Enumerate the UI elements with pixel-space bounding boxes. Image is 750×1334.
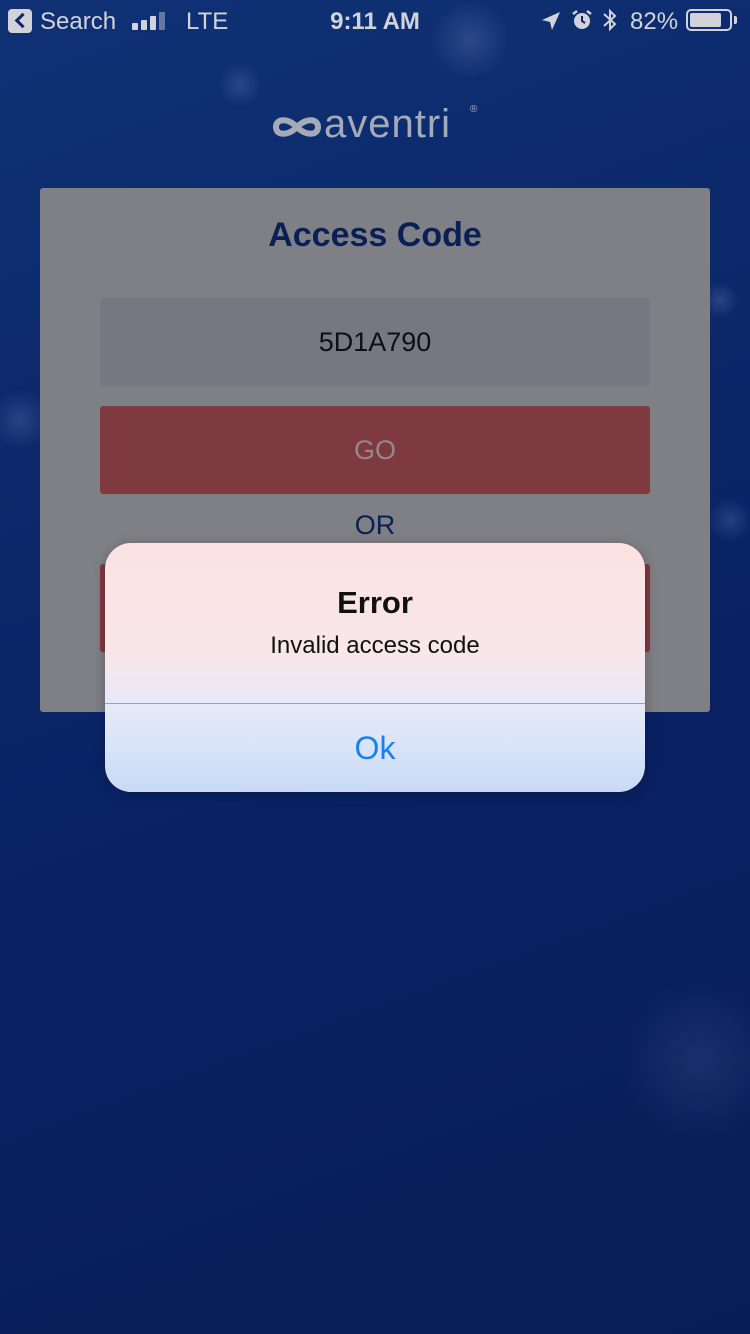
- alert-title: Error: [337, 585, 413, 620]
- error-alert-dialog: Error Invalid access code Ok: [105, 543, 645, 792]
- alert-ok-button[interactable]: Ok: [105, 704, 645, 792]
- alert-message: Invalid access code: [270, 632, 480, 659]
